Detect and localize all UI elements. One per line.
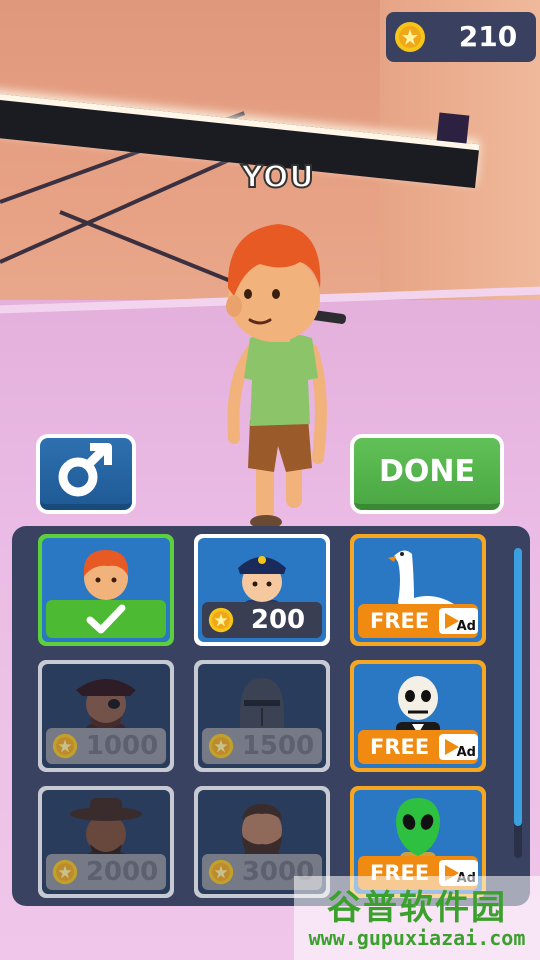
- done-button-label: DONE: [354, 438, 500, 510]
- coin-icon: [208, 859, 234, 885]
- video-ad-icon: Ad: [439, 608, 478, 634]
- coin-icon: [208, 733, 234, 759]
- price-tag: 1500: [202, 728, 322, 764]
- coin-amount: 210: [458, 20, 518, 53]
- skin-card-pirate[interactable]: 1000: [38, 660, 174, 772]
- skin-card-red-hair-boy[interactable]: [38, 534, 174, 646]
- skin-card-skeleton[interactable]: FREE Ad: [350, 660, 486, 772]
- watermark-title: 谷普软件园: [327, 888, 507, 928]
- price-tag: 1000: [46, 728, 166, 764]
- free-label: FREE: [370, 735, 430, 759]
- coin-icon: [52, 733, 78, 759]
- selected-indicator: [46, 600, 166, 638]
- free-with-ad-tag[interactable]: FREE Ad: [358, 730, 478, 764]
- overhead-bar-end: [436, 112, 470, 144]
- coin-counter: 210: [386, 12, 536, 62]
- video-ad-icon: Ad: [439, 734, 478, 760]
- price-amount: 1000: [85, 731, 159, 761]
- coin-icon: [52, 859, 78, 885]
- price-amount: 1500: [241, 731, 315, 761]
- ad-label: Ad: [456, 745, 476, 760]
- watermark-url: www.gupuxiazai.com: [308, 926, 526, 950]
- coin-icon: [208, 607, 234, 633]
- free-with-ad-tag[interactable]: FREE Ad: [358, 604, 478, 638]
- done-button[interactable]: DONE: [350, 434, 504, 514]
- ad-label: Ad: [456, 619, 476, 634]
- scrollbar-thumb[interactable]: [514, 548, 522, 826]
- price-amount: 200: [250, 605, 306, 635]
- player-label: YOU: [240, 159, 315, 196]
- checkmark-icon: [86, 604, 126, 634]
- coin-icon: [394, 21, 426, 53]
- skin-card-goose[interactable]: FREE Ad: [350, 534, 486, 646]
- male-symbol-icon: [58, 443, 112, 497]
- free-label: FREE: [370, 609, 430, 633]
- skin-card-police[interactable]: 200: [194, 534, 330, 646]
- skin-card-cowboy[interactable]: 2000: [38, 786, 174, 898]
- price-tag: 2000: [46, 854, 166, 890]
- price-tag: 200: [202, 602, 322, 638]
- skin-card-knight[interactable]: 1500: [194, 660, 330, 772]
- price-amount: 2000: [85, 857, 159, 887]
- watermark: 谷普软件园 www.gupuxiazai.com: [294, 876, 540, 960]
- gender-toggle-button[interactable]: [36, 434, 136, 514]
- player-character: [226, 224, 327, 529]
